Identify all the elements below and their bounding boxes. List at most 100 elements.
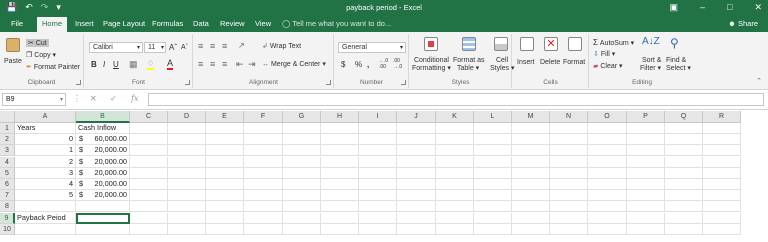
cell-e7[interactable] [206,190,244,202]
cell-j8[interactable] [397,201,436,213]
cell-l10[interactable] [474,223,512,235]
column-header-r[interactable]: R [703,111,741,123]
cell-f7[interactable] [244,190,283,202]
number-format-select[interactable]: General ▾ [338,42,406,53]
tab-home[interactable]: Home [37,17,68,32]
cell-r10[interactable] [703,223,741,235]
cell-b6[interactable]: $20,000.00 [76,179,130,190]
cell-j2[interactable] [397,134,436,146]
comma-button[interactable]: , [367,60,369,69]
cell-n1[interactable] [550,123,588,134]
cell-f2[interactable] [244,134,283,146]
cell-n6[interactable] [550,179,588,190]
cell-q3[interactable] [665,145,703,157]
column-header-l[interactable]: L [474,111,512,123]
column-header-m[interactable]: M [512,111,550,123]
cell-r3[interactable] [703,145,741,157]
cell-l3[interactable] [474,145,512,157]
column-header-n[interactable]: N [550,111,588,123]
cell-n3[interactable] [550,145,588,157]
cell-e8[interactable] [206,201,244,213]
cell-f4[interactable] [244,156,283,168]
tell-me-search[interactable]: ◯ Tell me what you want to do... [282,19,391,28]
cell-p1[interactable] [627,123,665,134]
underline-button[interactable]: U [113,60,119,69]
cell-q10[interactable] [665,223,703,235]
cell-r4[interactable] [703,156,741,168]
cell-a5[interactable]: 3 [15,167,76,179]
cell-g2[interactable] [283,134,321,146]
cell-m2[interactable] [512,134,550,146]
cell-j4[interactable] [397,156,436,168]
cell-g5[interactable] [283,167,321,179]
cell-a8[interactable] [15,201,76,213]
cell-n9[interactable] [550,212,588,224]
cell-c8[interactable] [130,201,168,213]
cell-h3[interactable] [321,145,359,157]
cell-c3[interactable] [130,145,168,157]
formula-input[interactable] [148,93,764,106]
select-all-button[interactable] [0,111,15,123]
fill-color-icon[interactable]: ♢ [147,59,155,70]
cell-m5[interactable] [512,167,550,179]
cell-f1[interactable] [244,123,283,134]
fill-button[interactable]: ⇩ Fill ▾ [593,50,615,58]
cell-l7[interactable] [474,190,512,202]
merge-center-button[interactable]: ↔ Merge & Center ▾ [262,60,326,68]
increase-decimal-icon[interactable]: ←.0.00 [379,58,388,70]
cell-q5[interactable] [665,167,703,179]
tab-page-layout[interactable]: Page Layout [103,19,145,28]
enter-icon[interactable]: ✓ [110,94,117,103]
cell-n5[interactable] [550,167,588,179]
cell-p10[interactable] [627,223,665,235]
format-painter-button[interactable]: ✒ Format Painter [26,63,80,71]
column-header-g[interactable]: G [283,111,321,123]
cell-j6[interactable] [397,179,436,190]
cell-h10[interactable] [321,223,359,235]
cell-g7[interactable] [283,190,321,202]
minimize-icon[interactable]: – [700,2,705,13]
cell-b3[interactable]: $20,000.00 [76,145,130,157]
format-as-table-button[interactable]: Format as Table ▾ [453,57,485,72]
cell-r8[interactable] [703,201,741,213]
copy-button[interactable]: ❐ Copy ▾ [26,51,56,59]
cell-c1[interactable] [130,123,168,134]
clipboard-launcher-icon[interactable] [76,80,81,85]
row-header-3[interactable]: 3 [0,145,15,157]
insert-cells-button[interactable]: Insert [517,59,535,66]
cell-a10[interactable] [15,223,76,235]
cell-f3[interactable] [244,145,283,157]
align-center-icon[interactable]: ≡ [210,59,215,69]
cell-a9[interactable]: Payback Peiod [15,212,76,224]
cell-i1[interactable] [359,123,397,134]
cell-f5[interactable] [244,167,283,179]
cell-b8[interactable] [76,201,130,213]
cell-b1[interactable]: Cash Inflow [76,123,130,134]
cell-l6[interactable] [474,179,512,190]
cell-q9[interactable] [665,212,703,224]
name-box[interactable]: B9 ▾ [2,93,66,106]
cell-l1[interactable] [474,123,512,134]
cell-r1[interactable] [703,123,741,134]
cell-k10[interactable] [436,223,474,235]
currency-button[interactable]: $ [341,60,345,69]
cell-a3[interactable]: 1 [15,145,76,157]
cell-k7[interactable] [436,190,474,202]
borders-icon[interactable]: ▦ [129,59,138,70]
paste-icon[interactable] [6,38,20,52]
cell-q4[interactable] [665,156,703,168]
cell-p6[interactable] [627,179,665,190]
cell-l8[interactable] [474,201,512,213]
font-color-icon[interactable]: A [167,58,174,70]
cell-c7[interactable] [130,190,168,202]
cell-j10[interactable] [397,223,436,235]
cell-m8[interactable] [512,201,550,213]
cell-n4[interactable] [550,156,588,168]
cell-b9[interactable] [76,212,130,224]
paste-button[interactable]: Paste [4,58,22,65]
cell-g10[interactable] [283,223,321,235]
cell-c2[interactable] [130,134,168,146]
cell-k4[interactable] [436,156,474,168]
cell-f10[interactable] [244,223,283,235]
bold-button[interactable]: B [91,60,97,69]
